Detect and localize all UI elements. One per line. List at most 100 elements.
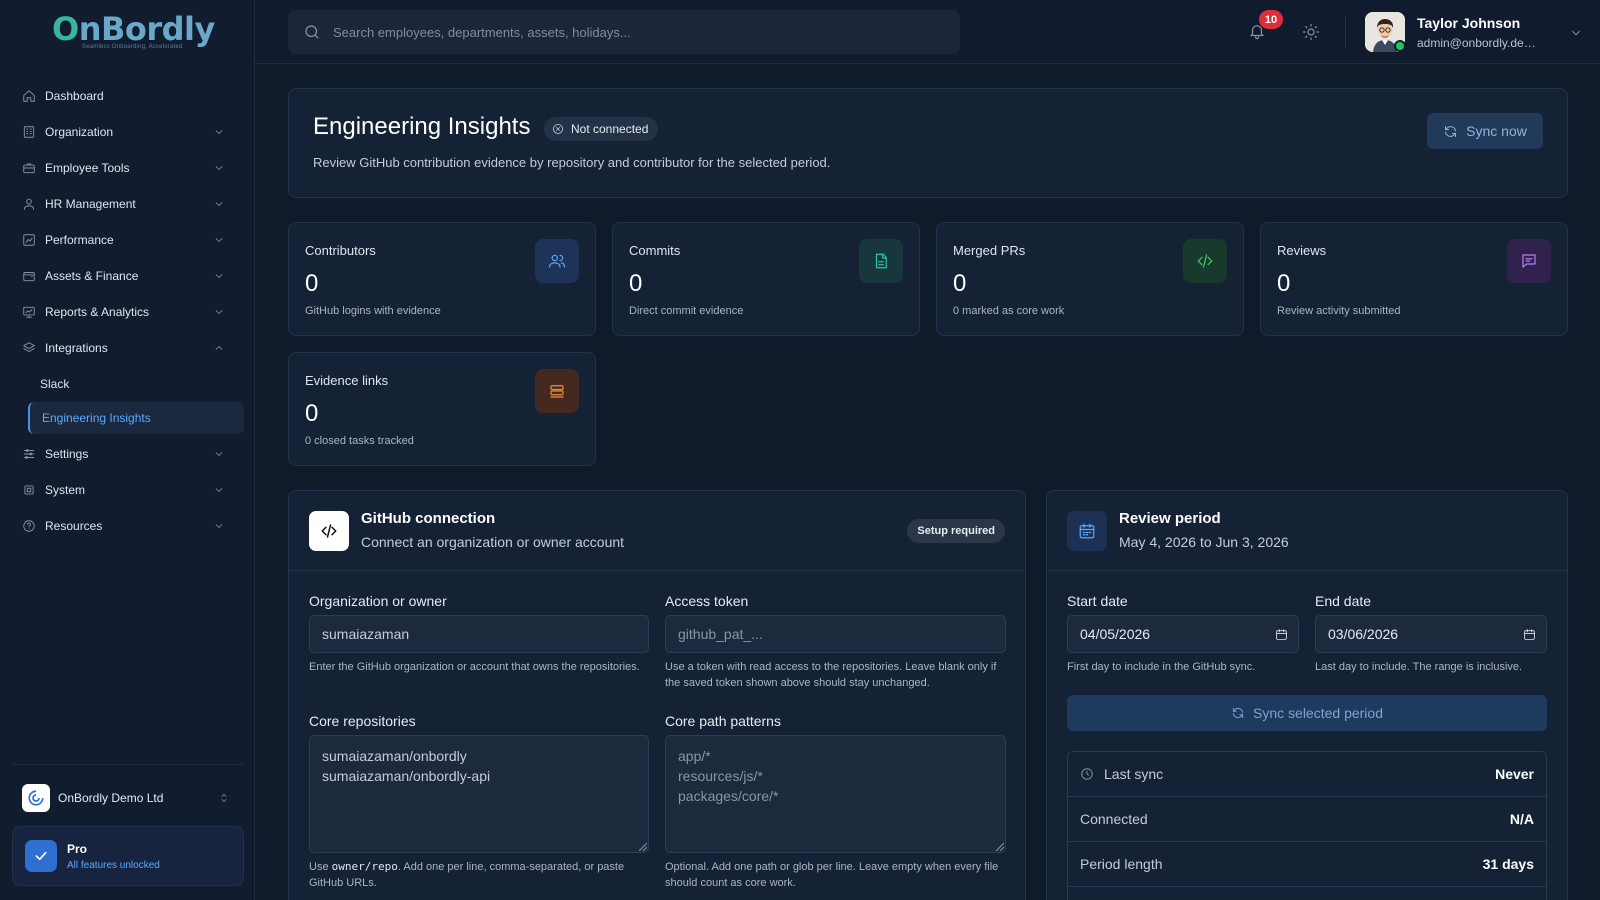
notification-count-badge: 10 bbox=[1259, 10, 1283, 29]
cpu-icon bbox=[24, 485, 34, 495]
user-email: admin@onbordly.demo bbox=[1417, 36, 1537, 50]
sidebar-subitem-slack[interactable]: Slack bbox=[28, 368, 244, 400]
page-description: Review GitHub contribution evidence by r… bbox=[313, 155, 831, 170]
info-key: Last sync bbox=[1080, 766, 1163, 782]
calendar-icon bbox=[1067, 511, 1107, 551]
info-value: N/A bbox=[1509, 811, 1534, 827]
sidebar-item-settings[interactable]: Settings bbox=[12, 436, 244, 472]
sidebar-item-assets-finance[interactable]: Assets & Finance bbox=[12, 258, 244, 294]
check-badge-icon bbox=[25, 840, 57, 872]
company-switcher[interactable]: OnBordly Demo Ltd bbox=[12, 779, 244, 817]
stat-card-evidence-links: Evidence links 0 0 closed tasks tracked bbox=[288, 352, 596, 466]
plan-card: Pro All features unlocked bbox=[12, 826, 244, 886]
sidebar-item-label: Reports & Analytics bbox=[45, 305, 150, 319]
org-label: Organization or owner bbox=[309, 593, 447, 609]
end-date-input[interactable]: 03/06/2026 bbox=[1315, 615, 1547, 653]
sidebar-subitem-label: Slack bbox=[40, 377, 70, 391]
sidebar-item-dashboard[interactable]: Dashboard bbox=[12, 78, 244, 114]
token-help: Use a token with read access to the repo… bbox=[665, 661, 997, 689]
users-gear-icon bbox=[23, 198, 35, 210]
code-icon bbox=[309, 511, 349, 551]
company-name: OnBordly Demo Ltd bbox=[58, 791, 164, 805]
company-logo-icon bbox=[22, 784, 50, 812]
sidebar-item-employee-tools[interactable]: Employee Tools bbox=[12, 150, 244, 186]
repos-help-pre: Use bbox=[309, 861, 332, 873]
topbar: 10 Taylor Johnson admin@onbordly.demo bbox=[255, 0, 1600, 64]
sidebar-item-label: System bbox=[45, 483, 86, 497]
chevron-down-icon bbox=[215, 238, 223, 242]
stat-value: 0 bbox=[305, 400, 319, 427]
stat-label: Commits bbox=[629, 243, 681, 258]
calendar-icon[interactable] bbox=[1523, 628, 1536, 641]
stat-value: 0 bbox=[305, 270, 319, 297]
message-square-icon bbox=[1507, 239, 1551, 283]
token-label: Access token bbox=[665, 593, 749, 609]
wallet-icon bbox=[23, 272, 35, 282]
end-date-help: Last day to include. The range is inclus… bbox=[1315, 661, 1523, 673]
token-input[interactable] bbox=[665, 615, 1006, 653]
repos-label: Core repositories bbox=[309, 713, 416, 729]
info-key: Connected bbox=[1080, 811, 1148, 827]
stat-sub: Direct commit evidence bbox=[629, 305, 744, 317]
sidebar-item-integrations[interactable]: Integrations bbox=[12, 330, 244, 366]
repos-help: Use owner/repo. Add one per line, comma-… bbox=[309, 859, 649, 891]
theme-toggle-button[interactable] bbox=[1302, 23, 1320, 41]
chevron-updown-icon bbox=[221, 794, 227, 802]
sidebar: OnBordly Seamless Onboarding, Accelerate… bbox=[0, 0, 255, 900]
resize-grip-icon[interactable] bbox=[996, 843, 1004, 851]
info-row-connected: Connected N/A bbox=[1068, 797, 1546, 842]
setup-required-badge: Setup required bbox=[907, 519, 1005, 543]
org-help: Enter the GitHub organization or account… bbox=[309, 661, 640, 673]
paths-textarea[interactable] bbox=[665, 735, 1006, 853]
github-connection-panel: GitHub connection Connect an organizatio… bbox=[288, 490, 1026, 900]
resize-grip-icon[interactable] bbox=[639, 843, 647, 851]
brand-logo[interactable]: OnBordly Seamless Onboarding, Accelerate… bbox=[40, 8, 215, 54]
chevron-down-icon bbox=[215, 310, 223, 314]
sidebar-item-label: Dashboard bbox=[45, 89, 104, 103]
sidebar-item-system[interactable]: System bbox=[12, 472, 244, 508]
stat-sub: GitHub logins with evidence bbox=[305, 305, 441, 317]
search-input[interactable] bbox=[333, 24, 933, 40]
paths-label: Core path patterns bbox=[665, 713, 781, 729]
sync-selected-period-button[interactable]: Sync selected period bbox=[1067, 695, 1547, 731]
stat-label: Evidence links bbox=[305, 373, 389, 388]
start-date-input[interactable]: 04/05/2026 bbox=[1067, 615, 1299, 653]
refresh-icon bbox=[1445, 125, 1457, 137]
users-icon bbox=[535, 239, 579, 283]
refresh-icon bbox=[1232, 707, 1244, 719]
brand-tagline: Seamless Onboarding, Accelerated bbox=[82, 44, 183, 50]
sidebar-item-resources[interactable]: Resources bbox=[12, 508, 244, 544]
sidebar-item-performance[interactable]: Performance bbox=[12, 222, 244, 258]
org-input[interactable] bbox=[309, 615, 649, 653]
github-panel-subtitle: Connect an organization or owner account bbox=[361, 534, 625, 550]
sidebar-divider bbox=[12, 764, 244, 765]
user-name: Taylor Johnson bbox=[1417, 15, 1521, 31]
review-panel-header: Review period May 4, 2026 to Jun 3, 2026 bbox=[1047, 491, 1567, 571]
home-icon bbox=[23, 90, 35, 102]
review-panel-title: Review period bbox=[1119, 510, 1221, 527]
chevron-down-icon bbox=[215, 202, 223, 206]
layers-icon bbox=[23, 342, 35, 352]
sidebar-item-organization[interactable]: Organization bbox=[12, 114, 244, 150]
file-text-icon bbox=[859, 239, 903, 283]
toolbox-icon bbox=[23, 163, 35, 174]
calendar-icon[interactable] bbox=[1275, 628, 1288, 641]
sidebar-nav: Dashboard Organization Employee Tools HR… bbox=[12, 78, 244, 544]
stat-value: 0 bbox=[953, 270, 967, 297]
start-date-help: First day to include in the GitHub sync. bbox=[1067, 661, 1256, 673]
sidebar-item-reports-analytics[interactable]: Reports & Analytics bbox=[12, 294, 244, 330]
sidebar-item-label: Resources bbox=[45, 519, 103, 533]
chevron-down-icon bbox=[215, 524, 223, 528]
info-value: Never bbox=[1495, 766, 1534, 782]
sidebar-item-label: Integrations bbox=[45, 341, 108, 355]
chevron-down-icon bbox=[1572, 30, 1580, 36]
sidebar-item-hr-management[interactable]: HR Management bbox=[12, 186, 244, 222]
repos-textarea[interactable]: sumaiazaman/onbordly sumaiazaman/onbordl… bbox=[309, 735, 649, 853]
user-menu[interactable]: Taylor Johnson admin@onbordly.demo bbox=[1365, 12, 1585, 52]
sync-now-button[interactable]: Sync now bbox=[1427, 113, 1543, 149]
sidebar-subitem-engineering-insights[interactable]: Engineering Insights bbox=[28, 402, 244, 434]
stat-sub: 0 marked as core work bbox=[953, 305, 1065, 317]
sidebar-item-label: Employee Tools bbox=[45, 161, 130, 175]
stat-label: Merged PRs bbox=[953, 243, 1026, 258]
search-icon bbox=[305, 25, 319, 39]
